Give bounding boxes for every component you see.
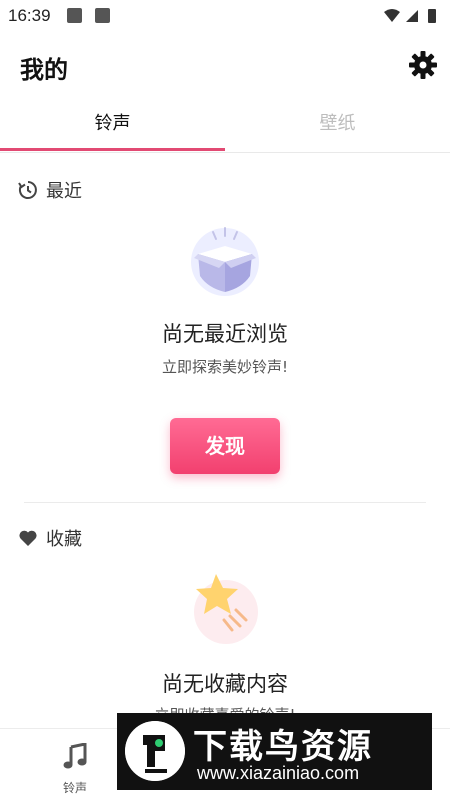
bird-logo-icon — [125, 721, 185, 781]
star-icon — [194, 574, 258, 644]
app-notification-icon — [95, 8, 110, 23]
nav-label-ringtone: 铃声 — [62, 781, 87, 795]
recent-heading: 最近 — [46, 181, 82, 202]
history-icon — [18, 181, 37, 199]
section-divider — [24, 502, 426, 503]
status-time: 16:39 — [8, 6, 51, 25]
music-note-icon — [63, 743, 87, 769]
favorites-heading: 收藏 — [46, 529, 82, 550]
tab-ringtone[interactable]: 铃声 — [0, 100, 225, 150]
system-status-icons — [384, 9, 436, 23]
watermark-title: 下载鸟资源 — [193, 727, 373, 767]
nav-item-ringtone[interactable]: 铃声 — [45, 739, 105, 795]
tab-bar: 铃声 壁纸 — [0, 100, 450, 153]
watermark-banner: 下载鸟资源 www.xiazainiao.com — [117, 713, 432, 790]
favorites-empty-title: 尚无收藏内容 — [162, 672, 288, 696]
active-tab-indicator — [0, 148, 225, 151]
watermark-url: www.xiazainiao.com — [197, 763, 360, 783]
settings-gear-icon[interactable] — [408, 50, 438, 80]
recent-empty-subtitle: 立即探索美妙铃声! — [161, 358, 288, 376]
status-bar: 16:39 — [0, 0, 450, 32]
heart-icon — [19, 530, 37, 546]
music-notification-icon — [67, 8, 82, 23]
recent-empty-title: 尚无最近浏览 — [162, 322, 288, 346]
page-title: 我的 — [20, 56, 68, 84]
tab-wallpaper[interactable]: 壁纸 — [225, 100, 450, 150]
empty-box-icon — [191, 227, 259, 296]
page-header: 我的 — [0, 40, 450, 94]
discover-button[interactable]: 发现 — [170, 418, 280, 474]
